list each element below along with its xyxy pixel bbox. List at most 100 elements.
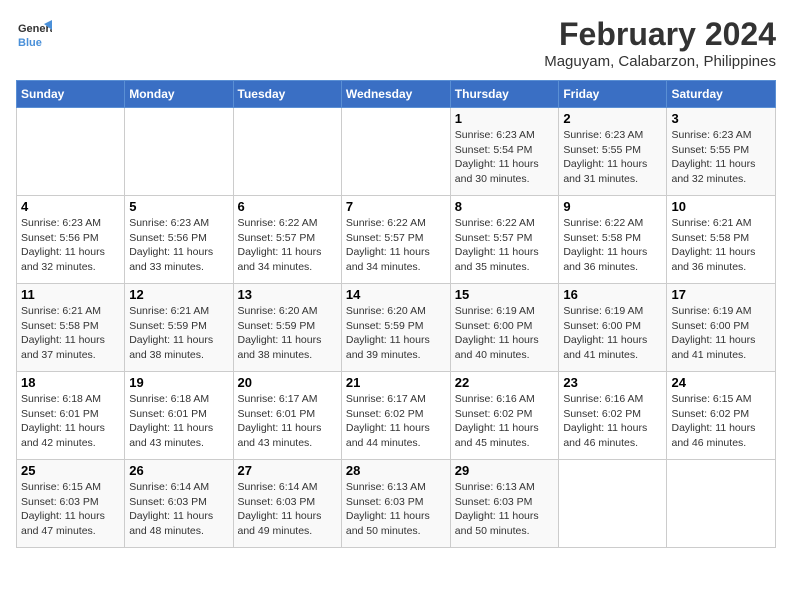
- calendar-day-cell: 20 Sunrise: 6:17 AMSunset: 6:01 PMDaylig…: [233, 372, 341, 460]
- day-info: Sunrise: 6:13 AMSunset: 6:03 PMDaylight:…: [455, 481, 539, 537]
- day-info: Sunrise: 6:19 AMSunset: 6:00 PMDaylight:…: [563, 305, 647, 361]
- day-info: Sunrise: 6:23 AMSunset: 5:55 PMDaylight:…: [671, 129, 755, 185]
- day-info: Sunrise: 6:19 AMSunset: 6:00 PMDaylight:…: [671, 305, 755, 361]
- calendar-day-cell: [17, 108, 125, 196]
- calendar-day-cell: 24 Sunrise: 6:15 AMSunset: 6:02 PMDaylig…: [667, 372, 776, 460]
- calendar-day-cell: 9 Sunrise: 6:22 AMSunset: 5:58 PMDayligh…: [559, 196, 667, 284]
- calendar-day-cell: 11 Sunrise: 6:21 AMSunset: 5:58 PMDaylig…: [17, 284, 125, 372]
- day-number: 12: [129, 287, 228, 302]
- calendar-day-cell: 2 Sunrise: 6:23 AMSunset: 5:55 PMDayligh…: [559, 108, 667, 196]
- calendar-day-cell: 16 Sunrise: 6:19 AMSunset: 6:00 PMDaylig…: [559, 284, 667, 372]
- day-info: Sunrise: 6:18 AMSunset: 6:01 PMDaylight:…: [129, 393, 213, 449]
- day-number: 16: [563, 287, 662, 302]
- header: General Blue February 2024 Maguyam, Cala…: [16, 16, 776, 70]
- day-info: Sunrise: 6:18 AMSunset: 6:01 PMDaylight:…: [21, 393, 105, 449]
- calendar-day-cell: 22 Sunrise: 6:16 AMSunset: 6:02 PMDaylig…: [450, 372, 559, 460]
- day-info: Sunrise: 6:14 AMSunset: 6:03 PMDaylight:…: [129, 481, 213, 537]
- day-number: 15: [455, 287, 555, 302]
- day-number: 25: [21, 463, 120, 478]
- calendar-day-cell: [559, 460, 667, 548]
- day-info: Sunrise: 6:17 AMSunset: 6:02 PMDaylight:…: [346, 393, 430, 449]
- day-info: Sunrise: 6:23 AMSunset: 5:56 PMDaylight:…: [21, 217, 105, 273]
- day-info: Sunrise: 6:16 AMSunset: 6:02 PMDaylight:…: [455, 393, 539, 449]
- calendar-week-row: 1 Sunrise: 6:23 AMSunset: 5:54 PMDayligh…: [17, 108, 776, 196]
- day-info: Sunrise: 6:22 AMSunset: 5:57 PMDaylight:…: [346, 217, 430, 273]
- calendar-day-cell: [341, 108, 450, 196]
- day-info: Sunrise: 6:20 AMSunset: 5:59 PMDaylight:…: [238, 305, 322, 361]
- day-number: 5: [129, 199, 228, 214]
- calendar-header-cell: Wednesday: [341, 81, 450, 108]
- day-info: Sunrise: 6:22 AMSunset: 5:57 PMDaylight:…: [238, 217, 322, 273]
- day-info: Sunrise: 6:13 AMSunset: 6:03 PMDaylight:…: [346, 481, 430, 537]
- day-info: Sunrise: 6:21 AMSunset: 5:58 PMDaylight:…: [671, 217, 755, 273]
- calendar-week-row: 25 Sunrise: 6:15 AMSunset: 6:03 PMDaylig…: [17, 460, 776, 548]
- day-number: 10: [671, 199, 771, 214]
- calendar-day-cell: 7 Sunrise: 6:22 AMSunset: 5:57 PMDayligh…: [341, 196, 450, 284]
- day-info: Sunrise: 6:15 AMSunset: 6:03 PMDaylight:…: [21, 481, 105, 537]
- calendar-day-cell: 25 Sunrise: 6:15 AMSunset: 6:03 PMDaylig…: [17, 460, 125, 548]
- day-number: 21: [346, 375, 446, 390]
- calendar-week-row: 11 Sunrise: 6:21 AMSunset: 5:58 PMDaylig…: [17, 284, 776, 372]
- day-number: 24: [671, 375, 771, 390]
- calendar-day-cell: 3 Sunrise: 6:23 AMSunset: 5:55 PMDayligh…: [667, 108, 776, 196]
- svg-text:Blue: Blue: [18, 37, 42, 49]
- day-info: Sunrise: 6:22 AMSunset: 5:58 PMDaylight:…: [563, 217, 647, 273]
- day-number: 6: [238, 199, 337, 214]
- day-info: Sunrise: 6:23 AMSunset: 5:55 PMDaylight:…: [563, 129, 647, 185]
- calendar-header-cell: Saturday: [667, 81, 776, 108]
- calendar-day-cell: 6 Sunrise: 6:22 AMSunset: 5:57 PMDayligh…: [233, 196, 341, 284]
- day-info: Sunrise: 6:16 AMSunset: 6:02 PMDaylight:…: [563, 393, 647, 449]
- calendar-day-cell: 17 Sunrise: 6:19 AMSunset: 6:00 PMDaylig…: [667, 284, 776, 372]
- calendar-day-cell: 10 Sunrise: 6:21 AMSunset: 5:58 PMDaylig…: [667, 196, 776, 284]
- day-number: 3: [671, 111, 771, 126]
- day-info: Sunrise: 6:17 AMSunset: 6:01 PMDaylight:…: [238, 393, 322, 449]
- calendar-header-cell: Monday: [125, 81, 233, 108]
- calendar-day-cell: 12 Sunrise: 6:21 AMSunset: 5:59 PMDaylig…: [125, 284, 233, 372]
- calendar-day-cell: 29 Sunrise: 6:13 AMSunset: 6:03 PMDaylig…: [450, 460, 559, 548]
- day-number: 4: [21, 199, 120, 214]
- day-info: Sunrise: 6:19 AMSunset: 6:00 PMDaylight:…: [455, 305, 539, 361]
- day-number: 9: [563, 199, 662, 214]
- day-info: Sunrise: 6:21 AMSunset: 5:59 PMDaylight:…: [129, 305, 213, 361]
- day-number: 11: [21, 287, 120, 302]
- calendar-day-cell: [125, 108, 233, 196]
- day-number: 18: [21, 375, 120, 390]
- calendar-week-row: 18 Sunrise: 6:18 AMSunset: 6:01 PMDaylig…: [17, 372, 776, 460]
- day-number: 22: [455, 375, 555, 390]
- day-number: 13: [238, 287, 337, 302]
- day-info: Sunrise: 6:15 AMSunset: 6:02 PMDaylight:…: [671, 393, 755, 449]
- calendar-day-cell: [667, 460, 776, 548]
- day-info: Sunrise: 6:21 AMSunset: 5:58 PMDaylight:…: [21, 305, 105, 361]
- logo: General Blue: [16, 16, 52, 52]
- day-number: 19: [129, 375, 228, 390]
- calendar-day-cell: [233, 108, 341, 196]
- day-number: 7: [346, 199, 446, 214]
- day-number: 28: [346, 463, 446, 478]
- calendar-header-row: SundayMondayTuesdayWednesdayThursdayFrid…: [17, 81, 776, 108]
- calendar-day-cell: 18 Sunrise: 6:18 AMSunset: 6:01 PMDaylig…: [17, 372, 125, 460]
- day-number: 2: [563, 111, 662, 126]
- day-info: Sunrise: 6:23 AMSunset: 5:56 PMDaylight:…: [129, 217, 213, 273]
- day-number: 26: [129, 463, 228, 478]
- day-number: 17: [671, 287, 771, 302]
- day-number: 8: [455, 199, 555, 214]
- calendar-day-cell: 14 Sunrise: 6:20 AMSunset: 5:59 PMDaylig…: [341, 284, 450, 372]
- day-number: 29: [455, 463, 555, 478]
- day-info: Sunrise: 6:23 AMSunset: 5:54 PMDaylight:…: [455, 129, 539, 185]
- calendar-day-cell: 4 Sunrise: 6:23 AMSunset: 5:56 PMDayligh…: [17, 196, 125, 284]
- calendar-header-cell: Thursday: [450, 81, 559, 108]
- calendar-day-cell: 1 Sunrise: 6:23 AMSunset: 5:54 PMDayligh…: [450, 108, 559, 196]
- day-number: 27: [238, 463, 337, 478]
- calendar-day-cell: 19 Sunrise: 6:18 AMSunset: 6:01 PMDaylig…: [125, 372, 233, 460]
- page-title: February 2024: [544, 16, 776, 53]
- title-area: February 2024 Maguyam, Calabarzon, Phili…: [544, 16, 776, 70]
- day-number: 23: [563, 375, 662, 390]
- day-number: 14: [346, 287, 446, 302]
- logo-icon: General Blue: [16, 16, 52, 52]
- calendar-day-cell: 21 Sunrise: 6:17 AMSunset: 6:02 PMDaylig…: [341, 372, 450, 460]
- calendar-day-cell: 27 Sunrise: 6:14 AMSunset: 6:03 PMDaylig…: [233, 460, 341, 548]
- calendar-table: SundayMondayTuesdayWednesdayThursdayFrid…: [16, 80, 776, 548]
- calendar-day-cell: 23 Sunrise: 6:16 AMSunset: 6:02 PMDaylig…: [559, 372, 667, 460]
- calendar-day-cell: 26 Sunrise: 6:14 AMSunset: 6:03 PMDaylig…: [125, 460, 233, 548]
- day-info: Sunrise: 6:14 AMSunset: 6:03 PMDaylight:…: [238, 481, 322, 537]
